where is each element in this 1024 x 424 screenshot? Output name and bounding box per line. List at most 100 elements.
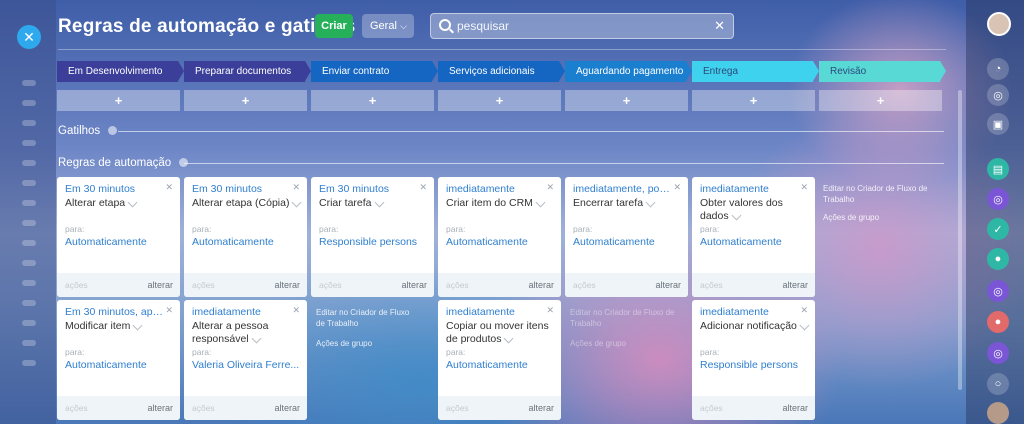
change-link[interactable]: alterar (401, 280, 427, 290)
actions-link[interactable]: ações (446, 280, 469, 290)
user-avatar[interactable] (987, 12, 1011, 36)
tasks-icon[interactable]: ✓ (987, 218, 1009, 240)
pencil-icon[interactable] (645, 197, 656, 208)
workflow-designer-link[interactable]: Editar no Criador de Fluxo de Trabalho (823, 183, 933, 205)
rule-target[interactable]: Responsible persons (700, 359, 812, 371)
workflow-designer-link[interactable]: Editar no Criador de Fluxo de Trabalho (570, 307, 680, 329)
actions-link[interactable]: ações (700, 280, 723, 290)
help-icon[interactable] (108, 126, 118, 136)
close-icon[interactable]: ✕ (546, 182, 554, 193)
sidebar-item[interactable] (22, 100, 36, 106)
close-icon[interactable]: ✕ (800, 305, 808, 316)
rule-delay[interactable]: Em 30 minutos, após a... (65, 306, 165, 318)
close-icon[interactable]: ✕ (292, 305, 300, 316)
sidebar-item[interactable] (22, 120, 36, 126)
chat-icon[interactable]: ▣ (987, 113, 1009, 135)
rule-target[interactable]: Automaticamente (700, 236, 812, 248)
rule-target[interactable]: Automaticamente (446, 359, 558, 371)
rule-card[interactable]: Em 30 minutos ✕ Alterar etapa (Cópia) pa… (184, 177, 307, 297)
sidebar-item[interactable] (22, 220, 36, 226)
actions-link[interactable]: ações (65, 280, 88, 290)
add-trigger-button[interactable]: + (184, 90, 307, 111)
rule-delay[interactable]: imediatamente (446, 183, 546, 195)
pencil-icon[interactable] (127, 197, 138, 208)
rule-card[interactable]: imediatamente ✕ Adicionar notificação pa… (692, 300, 815, 420)
sidebar-item[interactable] (22, 320, 36, 326)
sidebar-item[interactable] (22, 200, 36, 206)
group-icon[interactable]: ● (987, 248, 1009, 270)
close-icon[interactable]: ✕ (17, 25, 41, 49)
sidebar-item[interactable] (22, 340, 36, 346)
feed-icon[interactable]: ◎ (987, 188, 1009, 210)
rule-target[interactable]: Responsible persons (319, 236, 431, 248)
contacts-icon[interactable]: ● (987, 311, 1009, 333)
pencil-icon[interactable] (731, 210, 742, 221)
sidebar-item[interactable] (22, 80, 36, 86)
stage-aguardando-pagamento[interactable]: Aguardando pagamento (565, 61, 692, 82)
change-link[interactable]: alterar (274, 280, 300, 290)
stage-servicos-adicionais[interactable]: Serviços adicionais (438, 61, 565, 82)
sidebar-item[interactable] (22, 280, 36, 286)
sidebar-item[interactable] (22, 260, 36, 266)
rule-card[interactable]: Em 30 minutos ✕ Alterar etapa para: Auto… (57, 177, 180, 297)
rule-delay[interactable]: Em 30 minutos (192, 183, 292, 195)
sidebar-item[interactable] (22, 140, 36, 146)
change-link[interactable]: alterar (528, 403, 554, 413)
channel-icon[interactable]: ◎ (987, 280, 1009, 302)
group-actions-link[interactable]: Ações de grupo (823, 212, 879, 223)
rule-card[interactable]: imediatamente ✕ Alterar a pessoa respons… (184, 300, 307, 420)
rule-target[interactable]: Automaticamente (446, 236, 558, 248)
workflow-designer-link[interactable]: Editar no Criador de Fluxo de Trabalho (316, 307, 416, 329)
pencil-icon[interactable] (535, 197, 546, 208)
group-actions-link[interactable]: Ações de grupo (570, 338, 626, 349)
general-dropdown[interactable]: Geral ⌵ (362, 14, 414, 38)
add-trigger-button[interactable]: + (57, 90, 180, 111)
search-input[interactable] (457, 17, 707, 35)
rule-target[interactable]: Automaticamente (65, 236, 177, 248)
clear-icon[interactable]: ✕ (714, 18, 725, 34)
rule-card[interactable]: imediatamente ✕ Copiar ou mover itens de… (438, 300, 561, 420)
rule-target[interactable]: Automaticamente (192, 236, 304, 248)
actions-link[interactable]: ações (573, 280, 596, 290)
rule-card[interactable]: imediatamente ✕ Obter valores dos dados … (692, 177, 815, 297)
create-button[interactable]: Criar (315, 14, 353, 38)
stage-em-desenvolvimento[interactable]: Em Desenvolvimento (57, 61, 184, 82)
pencil-icon[interactable] (799, 320, 810, 331)
sidebar-item[interactable] (22, 360, 36, 366)
search-box[interactable]: ✕ (430, 13, 734, 39)
sidebar-item[interactable] (22, 300, 36, 306)
contact-avatar[interactable] (987, 402, 1009, 424)
pencil-icon[interactable] (374, 197, 384, 208)
rule-delay[interactable]: imediatamente (446, 306, 546, 318)
rule-target[interactable]: Automaticamente (573, 236, 685, 248)
rule-target[interactable]: Automaticamente (65, 359, 177, 371)
pencil-icon[interactable] (251, 333, 262, 344)
openlines-icon[interactable]: ◎ (987, 342, 1009, 364)
change-link[interactable]: alterar (782, 280, 808, 290)
actions-link[interactable]: ações (192, 280, 215, 290)
rule-card[interactable]: imediatamente, por co... ✕ Encerrar tare… (565, 177, 688, 297)
stage-entrega[interactable]: Entrega (692, 61, 819, 82)
pencil-icon[interactable] (504, 333, 514, 344)
close-icon[interactable]: ✕ (419, 182, 427, 193)
close-icon[interactable]: ✕ (673, 182, 681, 193)
stage-revisao[interactable]: Revisão (819, 61, 946, 82)
add-trigger-button[interactable]: + (692, 90, 815, 111)
rule-delay[interactable]: imediatamente, por co... (573, 183, 673, 195)
actions-link[interactable]: ações (65, 403, 88, 413)
more-icon[interactable]: ○ (987, 373, 1009, 395)
change-link[interactable]: alterar (782, 403, 808, 413)
change-link[interactable]: alterar (147, 280, 173, 290)
actions-link[interactable]: ações (319, 280, 342, 290)
close-icon[interactable]: ✕ (165, 305, 173, 316)
change-link[interactable]: alterar (655, 280, 681, 290)
group-actions-link[interactable]: Ações de grupo (316, 338, 372, 349)
calendar-icon[interactable]: ▤ (987, 158, 1009, 180)
actions-link[interactable]: ações (192, 403, 215, 413)
stage-preparar-documentos[interactable]: Preparar documentos (184, 61, 311, 82)
add-trigger-button[interactable]: + (565, 90, 688, 111)
search-circle-icon[interactable]: ◎ (987, 84, 1009, 106)
change-link[interactable]: alterar (528, 280, 554, 290)
rule-card[interactable]: Em 30 minutos, após a... ✕ Modificar ite… (57, 300, 180, 420)
actions-link[interactable]: ações (700, 403, 723, 413)
